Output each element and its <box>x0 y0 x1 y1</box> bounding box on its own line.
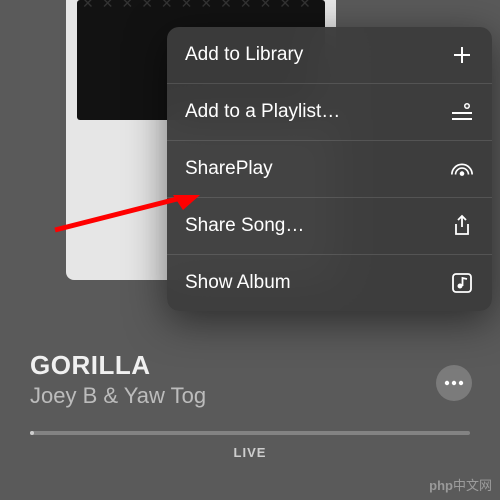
menu-item-label: Add to a Playlist… <box>185 101 340 123</box>
playback-status: LIVE <box>30 445 470 460</box>
playlist-add-icon <box>450 100 474 124</box>
context-menu: Add to Library Add to a Playlist… ShareP… <box>167 27 492 311</box>
shareplay-icon <box>450 157 474 181</box>
watermark-brand: php <box>429 478 453 493</box>
watermark-suffix: 中文网 <box>453 478 492 493</box>
more-button[interactable] <box>436 365 472 401</box>
share-icon <box>450 214 474 238</box>
plus-icon <box>450 43 474 67</box>
menu-item-label: Share Song… <box>185 215 304 237</box>
menu-item-label: SharePlay <box>185 158 273 180</box>
menu-item-label: Show Album <box>185 272 291 294</box>
menu-item-add-to-library[interactable]: Add to Library <box>167 27 492 84</box>
watermark: php中文网 <box>429 475 492 494</box>
progress-bar[interactable] <box>30 431 470 435</box>
track-artist: Joey B & Yaw Tog <box>30 383 206 409</box>
track-title: GORILLA <box>30 350 206 381</box>
menu-item-share-song[interactable]: Share Song… <box>167 198 492 255</box>
menu-item-show-album[interactable]: Show Album <box>167 255 492 311</box>
menu-item-shareplay[interactable]: SharePlay <box>167 141 492 198</box>
progress-fill <box>30 431 34 435</box>
progress-container: LIVE <box>30 431 470 460</box>
menu-item-label: Add to Library <box>185 44 303 66</box>
track-info: GORILLA Joey B & Yaw Tog <box>30 350 206 409</box>
menu-item-add-to-playlist[interactable]: Add to a Playlist… <box>167 84 492 141</box>
album-icon <box>450 271 474 295</box>
ellipsis-icon <box>444 380 464 386</box>
album-art-decoration <box>77 0 325 15</box>
